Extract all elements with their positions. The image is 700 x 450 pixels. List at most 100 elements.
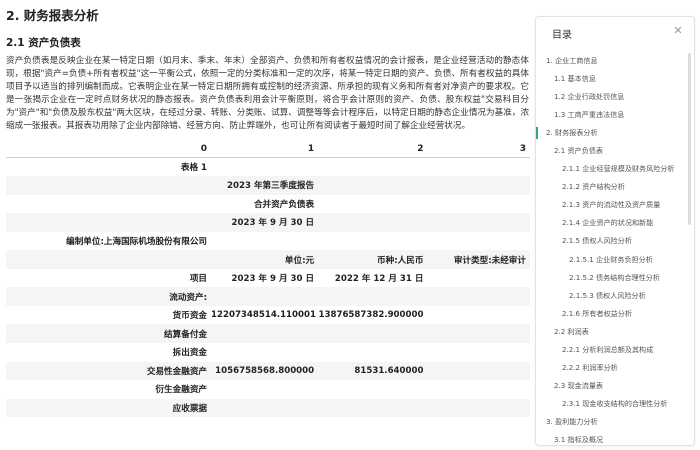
table-cell — [211, 398, 319, 418]
toc-item[interactable]: 2.1.3 资产的流动性及资产质量 — [536, 196, 688, 214]
table-cell: 表格 1 — [180, 163, 208, 174]
table-cell: 货币资金 — [172, 311, 208, 322]
table-cell — [6, 250, 212, 269]
table-row: 结算备付金 — [6, 324, 530, 344]
toc-item[interactable]: 2.1 资产负债表 — [536, 142, 688, 160]
toc-item[interactable]: 1.3 工商严重违法信息 — [536, 106, 688, 124]
table-cell: 项目 — [189, 274, 208, 285]
toc-item[interactable]: 2.1.1 企业经营规模及财务风险分析 — [536, 160, 688, 178]
toc-item[interactable]: 2.2.1 分析利润总额及其构成 — [536, 341, 688, 359]
toc-title: 目录 — [552, 30, 572, 41]
table-row: 表格 1 — [6, 158, 530, 177]
table-row: 拆出资金 — [6, 343, 530, 362]
toc-item[interactable]: 1. 企业工商信息 — [536, 52, 688, 70]
table-cell: 编制单位:上海国际机场股份有限公司 — [66, 237, 208, 248]
toc-item[interactable]: 2.2 利润表 — [536, 323, 688, 341]
table-cell — [318, 398, 428, 418]
table-cell — [211, 343, 318, 362]
toc-item[interactable]: 2.1.4 企业资产的状况和新能 — [536, 214, 688, 232]
table-cell — [427, 195, 530, 214]
table-row: 编制单位:上海国际机场股份有限公司 — [6, 232, 530, 251]
toc-item[interactable]: 2.1.5.1 企业财务负担分析 — [536, 251, 688, 269]
table-cell: 结算备付金 — [6, 324, 212, 344]
table-cell — [427, 361, 530, 381]
table-header-cell: 3 — [427, 140, 530, 159]
table-cell — [427, 176, 530, 195]
table-cell — [6, 195, 211, 214]
table-row: 交易性金融资产 1056758568.800000 81531.640000 — [6, 361, 530, 381]
table-cell — [211, 324, 319, 344]
table-cell — [318, 380, 427, 399]
toc-item[interactable]: 2.1.5.2 债务结构合理性分析 — [536, 269, 688, 287]
table-cell: 81531.640000 — [318, 361, 428, 381]
table-cell — [318, 287, 428, 306]
table-cell — [427, 213, 530, 232]
table-cell — [427, 380, 530, 399]
table-cell — [427, 324, 530, 344]
table-cell: 13876587382.900000 — [318, 310, 424, 321]
table-cell: 2023 年 9 月 30 日 — [231, 274, 315, 285]
section-title: 2. 财务报表分析 — [6, 8, 99, 23]
toc-item[interactable]: 1.2 企业行政处罚信息 — [536, 88, 688, 106]
table-cell: 交易性金融资产 — [6, 361, 212, 381]
toc-panel: 目录 ✕ 1. 企业工商信息 1.1 基本信息 1.2 企业行政处罚信息 1.3 工商… — [535, 16, 695, 446]
table-cell — [211, 232, 318, 251]
table-cell: 应收票据 — [6, 398, 212, 418]
table-cell — [318, 158, 427, 177]
table-row: 2023 年 9 月 30 日 — [6, 213, 530, 232]
table-cell: 流动资产: — [6, 287, 212, 306]
table-header-row: 0 1 2 3 — [6, 140, 530, 159]
table-cell — [318, 213, 428, 232]
table-cell — [211, 158, 318, 177]
balance-sheet-table: 0 1 2 3 表格 1 2023 年第三季度报告合并资产负债表 2023 年 9 … — [6, 140, 530, 418]
table-cell — [6, 213, 212, 232]
table-cell: 币种:人民币 — [318, 250, 428, 269]
toc-item[interactable]: 2.3 现金流量表 — [536, 377, 688, 395]
table-row: 合并资产负债表 — [6, 195, 530, 214]
table-cell: 衍生金融资产 — [155, 385, 208, 396]
table-cell — [318, 232, 427, 251]
table-cell — [427, 306, 530, 325]
table-cell: 拆出资金 — [172, 348, 208, 359]
table-header-cell: 0 — [6, 140, 212, 159]
close-icon[interactable]: ✕ — [671, 24, 685, 38]
table-cell: 单位:元 — [211, 250, 319, 269]
table-cell — [318, 195, 427, 214]
table-header-cell: 2 — [318, 140, 428, 159]
table-cell: 审计类型:未经审计 — [427, 250, 530, 269]
section-paragraph: 资产负债表是反映企业在某一特定日期（如月末、季末、年末）全部资产、负债和所有者权… — [6, 56, 529, 132]
table-cell — [427, 158, 530, 177]
table-cell — [427, 398, 530, 418]
table-cell — [211, 287, 319, 306]
toc-item[interactable]: 2. 财务报表分析 — [536, 124, 688, 142]
toc-item[interactable]: 1.1 基本信息 — [536, 70, 688, 88]
table-row: 单位:元 币种:人民币 审计类型:未经审计 — [6, 250, 530, 269]
toc-scrollbar[interactable] — [688, 53, 691, 225]
table-cell — [6, 176, 212, 195]
table-cell: 2022 年 12 月 31 日 — [334, 274, 424, 285]
table-row: 衍生金融资产 — [6, 380, 530, 399]
table-cell — [318, 343, 427, 362]
toc-header: 目录 ✕ — [536, 17, 694, 49]
toc-item[interactable]: 2.1.2 资产结构分析 — [536, 178, 688, 196]
toc-item[interactable]: 3. 盈利能力分析 — [536, 413, 688, 431]
table-cell: 合并资产负债表 — [253, 199, 315, 210]
toc-item[interactable]: 2.1.5.3 债权人风险分析 — [536, 287, 688, 305]
table-row: 货币资金 12207348514.110001 13876587382.900000 — [6, 306, 530, 325]
table-header-cell: 1 — [211, 140, 319, 159]
table-cell: 2023 年第三季度报告 — [211, 176, 319, 195]
document-content: 2. 财务报表分析 2.1 资产负债表 资产负债表是反映企业在某一特定日期（如月… — [0, 0, 535, 450]
toc-item[interactable]: 2.2.2 利润率分析 — [536, 359, 688, 377]
table-cell: 2023 年 9 月 30 日 — [211, 213, 319, 232]
table-cell: 12207348514.110001 — [211, 310, 316, 321]
table-cell — [427, 269, 530, 288]
toc-item[interactable]: 2.1.5 债权人风险分析 — [536, 232, 688, 250]
table-row: 2023 年第三季度报告 — [6, 176, 530, 195]
table-row: 项目 2023 年 9 月 30 日 2022 年 12 月 31 日 — [6, 269, 530, 288]
table-row: 应收票据 — [6, 398, 530, 418]
table-cell — [318, 176, 428, 195]
toc-item[interactable]: 2.3.1 现金收支结构的合理性分析 — [536, 395, 688, 413]
table-body: 表格 1 2023 年第三季度报告 合并资产负债表 2023 年 9 月 30 日编制… — [6, 158, 530, 418]
toc-item[interactable]: 3.1 指标及概况 — [536, 431, 688, 445]
toc-item[interactable]: 2.1.6 所有者权益分析 — [536, 305, 688, 323]
